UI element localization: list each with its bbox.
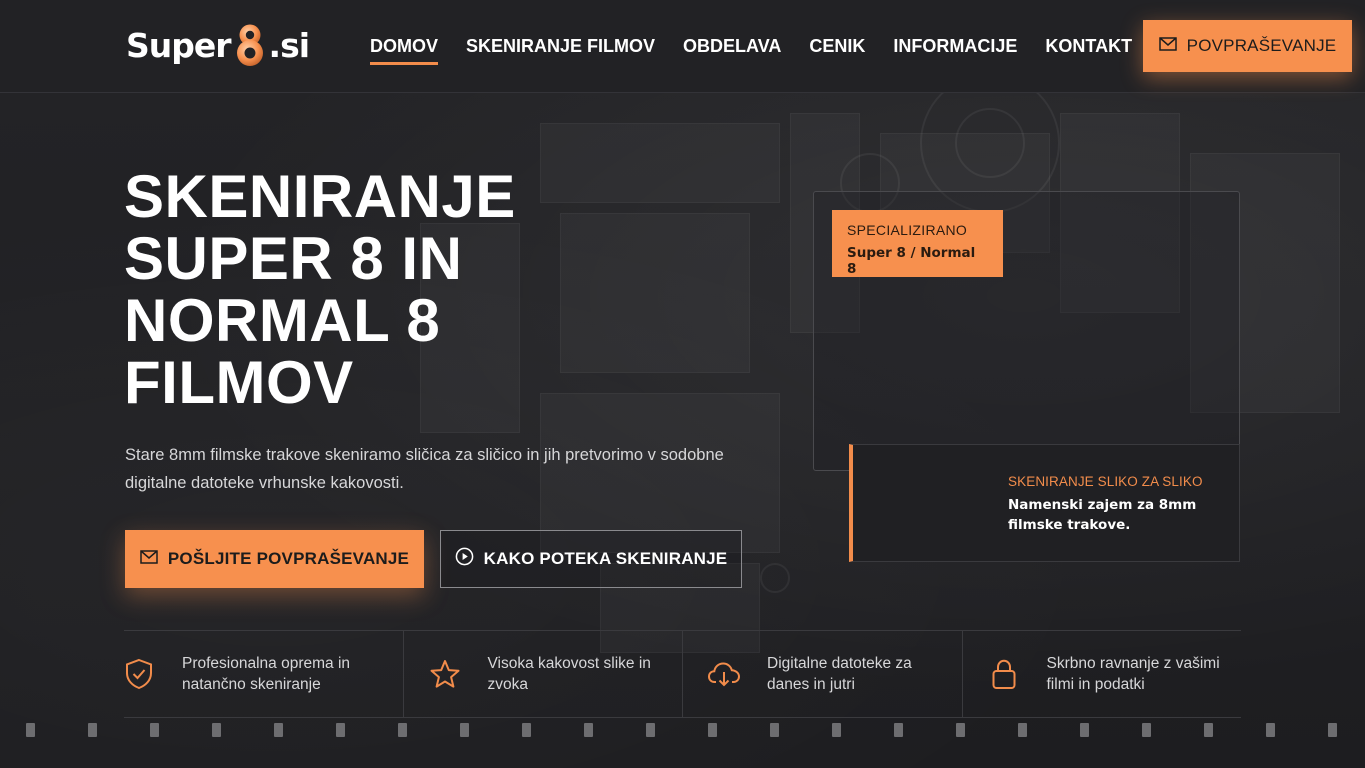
play-circle-icon <box>455 547 474 571</box>
site-logo[interactable]: Super .si <box>126 22 310 68</box>
frame-by-frame-card: SKENIRANJE SLIKO ZA SLIKO Namenski zajem… <box>849 444 1240 562</box>
feature-item: Visoka kakovost slike in zvoka <box>402 631 683 717</box>
film-perforation <box>956 723 965 737</box>
header-inquiry-label: POVPRAŠEVANJE <box>1186 36 1337 55</box>
film-perforation <box>150 723 159 737</box>
header-inquiry-button[interactable]: POVPRAŠEVANJE <box>1143 20 1352 72</box>
film-perforation <box>1328 723 1337 737</box>
feature-item: Skrbno ravnanje z vašimi filmi in podatk… <box>961 631 1242 717</box>
specialized-badge: SPECIALIZIRANO Super 8 / Normal 8 <box>832 210 1003 277</box>
film-perforation <box>336 723 345 737</box>
hero-description: Stare 8mm filmske trakove skeniramo slič… <box>125 446 724 492</box>
film-perforation <box>894 723 903 737</box>
star-icon <box>416 658 474 690</box>
feature-text: Skrbno ravnanje z vašimi filmi in podatk… <box>1046 655 1220 693</box>
how-scanning-works-button[interactable]: KAKO POTEKA SKENIRANJE <box>440 530 742 588</box>
film-perforation <box>1080 723 1089 737</box>
send-inquiry-label: POŠLJITE POVPRAŠEVANJE <box>167 549 410 568</box>
main-navigation: DOMOV SKENIRANJE FILMOV OBDELAVA CENIK I… <box>370 36 1160 65</box>
nav-item-domov[interactable]: DOMOV <box>370 36 439 65</box>
cloud-download-icon <box>695 659 753 689</box>
film-perforation <box>770 723 779 737</box>
features-strip: Profesionalna oprema in natančno skenira… <box>124 630 1241 718</box>
hero-title: SKENIRANJE SUPER 8 IN NORMAL 8 FILMOV <box>124 163 516 416</box>
film-perforation <box>1018 723 1027 737</box>
nav-item-obdelava[interactable]: OBDELAVA <box>683 36 781 65</box>
shield-check-icon <box>110 658 168 690</box>
feature-text: Digitalne datoteke za danes in jutri <box>767 655 912 693</box>
logo-eight-icon <box>232 22 268 68</box>
feature-item: Digitalne datoteke za danes in jutri <box>682 631 962 717</box>
film-perforation <box>522 723 531 737</box>
site-header: Super .si DOMOV SKENIRANJE FILMOV OBDELA… <box>0 0 1365 93</box>
film-perforation <box>274 723 283 737</box>
film-perforations <box>0 723 1365 739</box>
film-perforation <box>646 723 655 737</box>
card-label: SKENIRANJE SLIKO ZA SLIKO <box>1008 474 1203 489</box>
send-inquiry-button[interactable]: POŠLJITE POVPRAŠEVANJE <box>125 530 424 588</box>
logo-text-super: Super <box>126 25 232 65</box>
badge-subheading: Super 8 / Normal 8 <box>847 245 976 277</box>
film-perforation <box>460 723 469 737</box>
how-scanning-works-label: KAKO POTEKA SKENIRANJE <box>483 549 728 568</box>
film-perforation <box>708 723 717 737</box>
logo-text-si: .si <box>268 25 310 65</box>
film-perforation <box>832 723 841 737</box>
nav-item-cenik[interactable]: CENIK <box>809 36 865 65</box>
badge-heading: SPECIALIZIRANO <box>847 222 968 238</box>
envelope-icon <box>1158 36 1177 56</box>
nav-item-skeniranje-filmov[interactable]: SKENIRANJE FILMOV <box>466 36 655 65</box>
lock-icon <box>975 658 1033 690</box>
film-perforation <box>1204 723 1213 737</box>
feature-text: Profesionalna oprema in natančno skenira… <box>182 655 351 693</box>
film-perforation <box>1266 723 1275 737</box>
film-perforation <box>1142 723 1151 737</box>
feature-item: Profesionalna oprema in natančno skenira… <box>124 631 403 717</box>
nav-item-informacije[interactable]: INFORMACIJE <box>893 36 1017 65</box>
film-perforation <box>26 723 35 737</box>
film-perforation <box>584 723 593 737</box>
card-text: Namenski zajem za 8mm filmske trakove. <box>1008 497 1197 533</box>
envelope-icon <box>140 549 158 569</box>
film-perforation <box>398 723 407 737</box>
film-perforation <box>212 723 221 737</box>
film-perforation <box>88 723 97 737</box>
feature-text: Visoka kakovost slike in zvoka <box>487 655 651 693</box>
nav-item-kontakt[interactable]: KONTAKT <box>1045 36 1132 65</box>
